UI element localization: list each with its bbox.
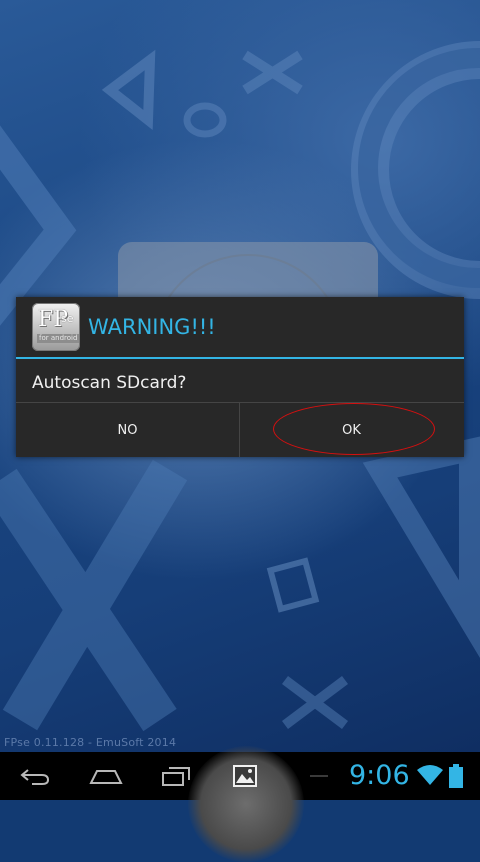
gallery-icon [233, 765, 257, 787]
ok-button[interactable]: OK [240, 403, 463, 457]
wifi-icon [417, 765, 443, 785]
battery-icon [449, 764, 463, 788]
version-text: FPse 0.11.128 - EmuSoft 2014 [4, 736, 177, 749]
gallery-button[interactable] [230, 762, 260, 790]
dialog-message: Autoscan SDcard? [32, 373, 187, 393]
recent-apps-button[interactable] [157, 752, 195, 800]
dialog-button-bar: NO OK [16, 402, 464, 458]
nav-separator [310, 775, 328, 777]
dialog-title-divider [16, 357, 464, 359]
app-icon-subtitle: for android [37, 334, 80, 343]
status-clock: 9:06 [349, 760, 410, 791]
back-icon [20, 769, 50, 785]
fpse-app-icon: FP se for android [32, 303, 80, 351]
recent-apps-icon [162, 767, 190, 786]
home-icon [89, 770, 123, 784]
dialog-header: FP se for android WARNING!!! [16, 297, 464, 358]
dialog-title: WARNING!!! [88, 315, 216, 339]
autoscan-dialog: FP se for android WARNING!!! Autoscan SD… [16, 297, 464, 457]
back-button[interactable] [10, 752, 60, 800]
app-icon-superscript: se [61, 312, 74, 325]
no-button[interactable]: NO [16, 403, 239, 457]
home-button[interactable] [85, 752, 127, 800]
